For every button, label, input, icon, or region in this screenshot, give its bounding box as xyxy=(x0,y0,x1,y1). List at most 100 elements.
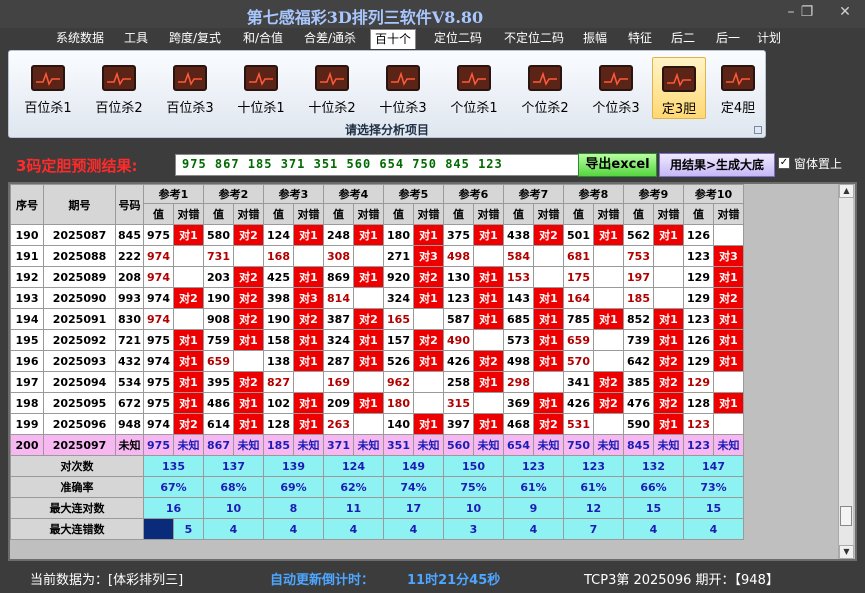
menu-item[interactable]: 跨度/复式 xyxy=(163,29,227,49)
value-cell: 180 xyxy=(383,224,414,246)
code-header[interactable]: 号码 xyxy=(115,184,144,225)
value-cell: 102 xyxy=(263,392,294,414)
miss-cell xyxy=(473,329,504,351)
value-cell: 659 xyxy=(563,329,594,351)
issue-cell: 2025090 xyxy=(43,287,116,309)
stat-value: 10 xyxy=(203,497,264,519)
menu-item[interactable]: 特征 xyxy=(622,29,658,49)
export-excel-button[interactable]: 导出excel xyxy=(578,153,657,177)
hit-cell: 对1 xyxy=(473,371,504,393)
hit-header: 对错 xyxy=(473,203,504,225)
pending-row[interactable]: 200 2025097 未知 975 未知 867 未知 185 未知 371 未知 351 未知 560… xyxy=(10,434,744,456)
value-cell: 130 xyxy=(443,266,474,288)
menu-item[interactable]: 定位二码 xyxy=(428,29,488,49)
ribbon-button[interactable]: 十位杀3 xyxy=(370,57,436,119)
menu-item[interactable]: 计划 xyxy=(754,29,784,49)
menu-item[interactable]: 后二 xyxy=(666,29,700,49)
scroll-down-icon[interactable]: ▼ xyxy=(839,545,854,559)
ribbon-button[interactable]: 十位杀1 xyxy=(228,57,294,119)
hit-cell: 对2 xyxy=(233,371,264,393)
hit-cell: 对1 xyxy=(413,224,444,246)
hit-cell: 对1 xyxy=(353,392,384,414)
vertical-scrollbar[interactable]: ▲ ▼ xyxy=(838,184,854,559)
scrollbar-thumb[interactable] xyxy=(840,506,852,526)
miss-cell xyxy=(593,413,624,435)
value-cell: 562 xyxy=(623,224,654,246)
stat-label: 对次数 xyxy=(10,455,144,477)
ref-header[interactable]: 参考9 xyxy=(623,184,684,204)
restore-icon[interactable]: ❐ xyxy=(796,4,818,22)
ribbon-button[interactable]: 百位杀2 xyxy=(86,57,152,119)
table-row[interactable]: 195 2025092 721 975 对1 759 对1 158 对1 324 对1 157 对2 49… xyxy=(10,329,744,351)
chart-icon xyxy=(244,65,278,91)
generate-base-button[interactable]: 用结果>生成大底 xyxy=(659,153,775,177)
table-row[interactable]: 194 2025091 830 974 908 对2 190 对2 387 对2 165 587 对1 6… xyxy=(10,308,744,330)
menu-item[interactable]: 和/合值 xyxy=(237,29,289,49)
seq-header[interactable]: 序号 xyxy=(10,184,44,225)
menu-item[interactable]: 系统数据 xyxy=(52,29,108,49)
hit-header: 对错 xyxy=(413,203,444,225)
table-row[interactable]: 190 2025087 845 975 对1 580 对2 124 对1 248 对1 180 对1 37… xyxy=(10,224,744,246)
hit-cell: 对1 xyxy=(473,287,504,309)
value-cell: 248 xyxy=(323,224,354,246)
ribbon-button-label: 定3胆 xyxy=(661,102,697,117)
menu-item[interactable]: 不定位二码 xyxy=(496,29,572,49)
hit-cell: 对3 xyxy=(713,245,744,267)
ribbon-button[interactable]: 定3胆 xyxy=(652,57,706,119)
chart-icon xyxy=(173,65,207,91)
ref-header[interactable]: 参考3 xyxy=(263,184,324,204)
ref-header[interactable]: 参考6 xyxy=(443,184,504,204)
menu-item[interactable]: 工具 xyxy=(118,29,154,49)
hit-cell: 对3 xyxy=(293,287,324,309)
value-cell: 920 xyxy=(383,266,414,288)
stat-selected-cell[interactable] xyxy=(143,518,174,540)
value-cell: 123 xyxy=(443,287,474,309)
dialog-launcher-icon[interactable] xyxy=(754,126,762,134)
ref-header[interactable]: 参考7 xyxy=(503,184,564,204)
close-icon[interactable]: ✕ xyxy=(834,4,856,22)
miss-cell xyxy=(353,287,384,309)
issue-cell: 2025094 xyxy=(43,371,116,393)
date-header[interactable]: 期号 xyxy=(43,184,116,225)
issue-cell: 2025095 xyxy=(43,392,116,414)
value-cell: 975 xyxy=(143,392,174,414)
ref-header[interactable]: 参考10 xyxy=(683,184,744,204)
scroll-up-icon[interactable]: ▲ xyxy=(839,184,854,198)
draw-code-cell: 993 xyxy=(115,287,144,309)
ref-header[interactable]: 参考2 xyxy=(203,184,264,204)
ref-header[interactable]: 参考8 xyxy=(563,184,624,204)
hit-cell: 对1 xyxy=(233,392,264,414)
table-row[interactable]: 198 2025095 672 975 对1 486 对1 102 对1 209 对1 180 315 3… xyxy=(10,392,744,414)
ribbon-button[interactable]: 十位杀2 xyxy=(299,57,365,119)
menu-item[interactable]: 百十个 xyxy=(370,29,416,49)
table-row[interactable]: 197 2025094 534 975 对1 395 对2 827 169 962 258 对1 298… xyxy=(10,371,744,393)
ribbon-button[interactable]: 定4胆 xyxy=(712,57,764,119)
table-row[interactable]: 192 2025089 208 974 203 对2 425 对1 869 对1 920 对2 130 对… xyxy=(10,266,744,288)
result-field[interactable]: 975 867 185 371 351 560 654 750 845 123 xyxy=(175,154,583,176)
ribbon-button[interactable]: 百位杀3 xyxy=(157,57,223,119)
seq-cell: 192 xyxy=(10,266,44,288)
ref-header[interactable]: 参考4 xyxy=(323,184,384,204)
table-row[interactable]: 199 2025096 948 974 对2 614 对1 128 对1 263 140 对1 397 对… xyxy=(10,413,744,435)
ribbon-button[interactable]: 个位杀1 xyxy=(441,57,507,119)
hit-cell: 对2 xyxy=(233,224,264,246)
table-row[interactable]: 196 2025093 432 974 对1 659 138 对1 287 对1 526 对1 426 对… xyxy=(10,350,744,372)
ribbon-button[interactable]: 个位杀2 xyxy=(512,57,578,119)
menu-item[interactable]: 振幅 xyxy=(578,29,612,49)
table-row[interactable]: 193 2025090 993 974 对2 190 对2 398 对3 814 324 对1 123 对… xyxy=(10,287,744,309)
menu-item[interactable]: 后一 xyxy=(711,29,745,49)
ribbon-button[interactable]: 个位杀3 xyxy=(583,57,649,119)
value-cell: 271 xyxy=(383,245,414,267)
stat-value: 4 xyxy=(263,518,324,540)
menu-item[interactable]: 合差/通杀 xyxy=(299,29,361,49)
draw-code-cell: 721 xyxy=(115,329,144,351)
ribbon-button[interactable]: 百位杀1 xyxy=(15,57,81,119)
miss-cell xyxy=(593,329,624,351)
ref-header[interactable]: 参考5 xyxy=(383,184,444,204)
table-row[interactable]: 191 2025088 222 974 731 168 308 271 对3 498 584 681 7… xyxy=(10,245,744,267)
hit-cell: 对1 xyxy=(473,266,504,288)
value-cell: 138 xyxy=(263,350,294,372)
value-header: 值 xyxy=(143,203,174,225)
pin-window-checkbox[interactable]: ✓ xyxy=(778,157,790,169)
ref-header[interactable]: 参考1 xyxy=(143,184,204,204)
